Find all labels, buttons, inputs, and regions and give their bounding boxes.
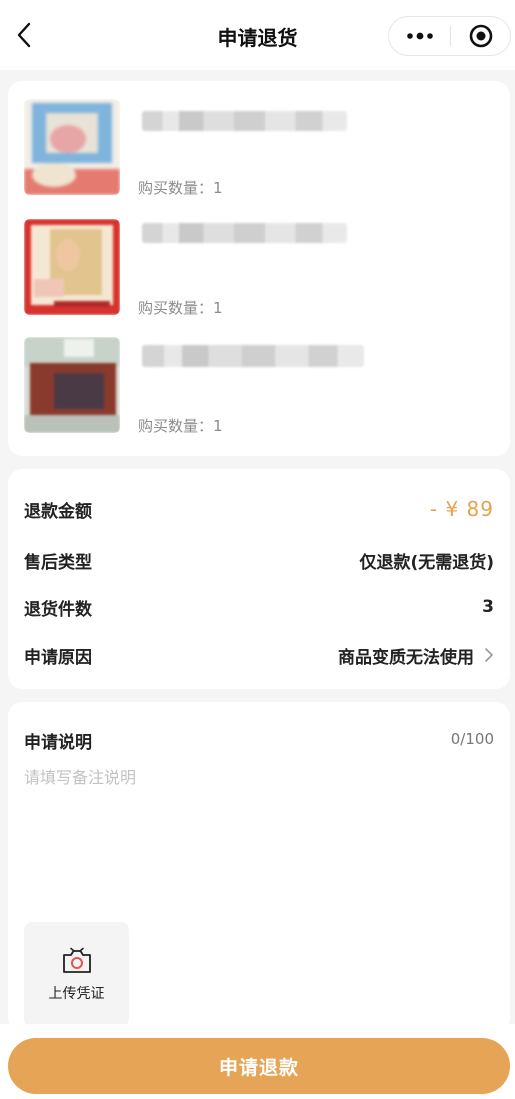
purchase-quantity: 购买数量：1 xyxy=(138,417,223,435)
apply-refund-button[interactable]: 申请退款 xyxy=(8,1038,510,1094)
more-dots-icon xyxy=(406,32,433,40)
more-button[interactable] xyxy=(389,17,450,55)
navigation-bar: 申请退货 xyxy=(0,0,515,70)
purchase-quantity: 购买数量：1 xyxy=(138,179,223,197)
product-name-blurred xyxy=(142,111,347,131)
chevron-right-icon xyxy=(485,648,493,662)
target-icon xyxy=(469,24,492,48)
refund-amount-label: 退款金额 xyxy=(24,501,92,522)
product-image xyxy=(24,219,120,315)
apply-reason-row[interactable]: 申请原因 商品变质无法使用 xyxy=(24,640,494,670)
footer-bar: 申请退款 xyxy=(0,1024,515,1099)
character-counter: 0/100 xyxy=(450,730,494,748)
purchase-quantity: 购买数量：1 xyxy=(138,299,223,317)
return-count-label: 退货件数 xyxy=(24,599,92,620)
product-item[interactable]: 购买数量：1 xyxy=(24,219,504,319)
apply-reason-selector[interactable]: 商品变质无法使用 xyxy=(338,643,494,668)
apply-reason-value: 商品变质无法使用 xyxy=(338,647,474,668)
product-item[interactable]: 购买数量：1 xyxy=(24,337,504,437)
refund-info-card: 退款金额 - ¥ 89 售后类型 仅退款(无需退货) 退货件数 3 申请原因 商… xyxy=(8,469,510,689)
description-textarea[interactable] xyxy=(24,764,494,904)
after-sale-type-label: 售后类型 xyxy=(24,552,92,573)
refund-amount-row: 退款金额 - ¥ 89 xyxy=(24,494,494,524)
description-card: 申请说明 0/100 上传凭证 xyxy=(8,702,510,1032)
after-sale-type-row: 售后类型 仅退款(无需退货) xyxy=(24,545,494,575)
product-name-blurred xyxy=(142,223,347,243)
product-item[interactable]: 购买数量：1 xyxy=(24,99,504,199)
product-name-blurred xyxy=(142,345,364,367)
upload-proof-label: 上传凭证 xyxy=(48,985,105,1002)
upload-proof-button[interactable]: 上传凭证 xyxy=(24,922,129,1027)
after-sale-type-value: 仅退款(无需退货) xyxy=(359,552,494,573)
product-image xyxy=(24,337,120,433)
description-title: 申请说明 xyxy=(24,733,92,753)
return-count-value: 3 xyxy=(482,597,494,617)
close-program-button[interactable] xyxy=(451,17,510,55)
refund-amount-value: - ¥ 89 xyxy=(429,497,494,521)
mini-program-capsule xyxy=(388,16,511,56)
product-image xyxy=(24,99,120,195)
return-count-row: 退货件数 3 xyxy=(24,592,494,622)
product-list-card: 购买数量：1 购买数量：1 购买数量：1 xyxy=(8,81,510,456)
camera-icon xyxy=(62,947,91,973)
apply-reason-label: 申请原因 xyxy=(24,647,92,668)
